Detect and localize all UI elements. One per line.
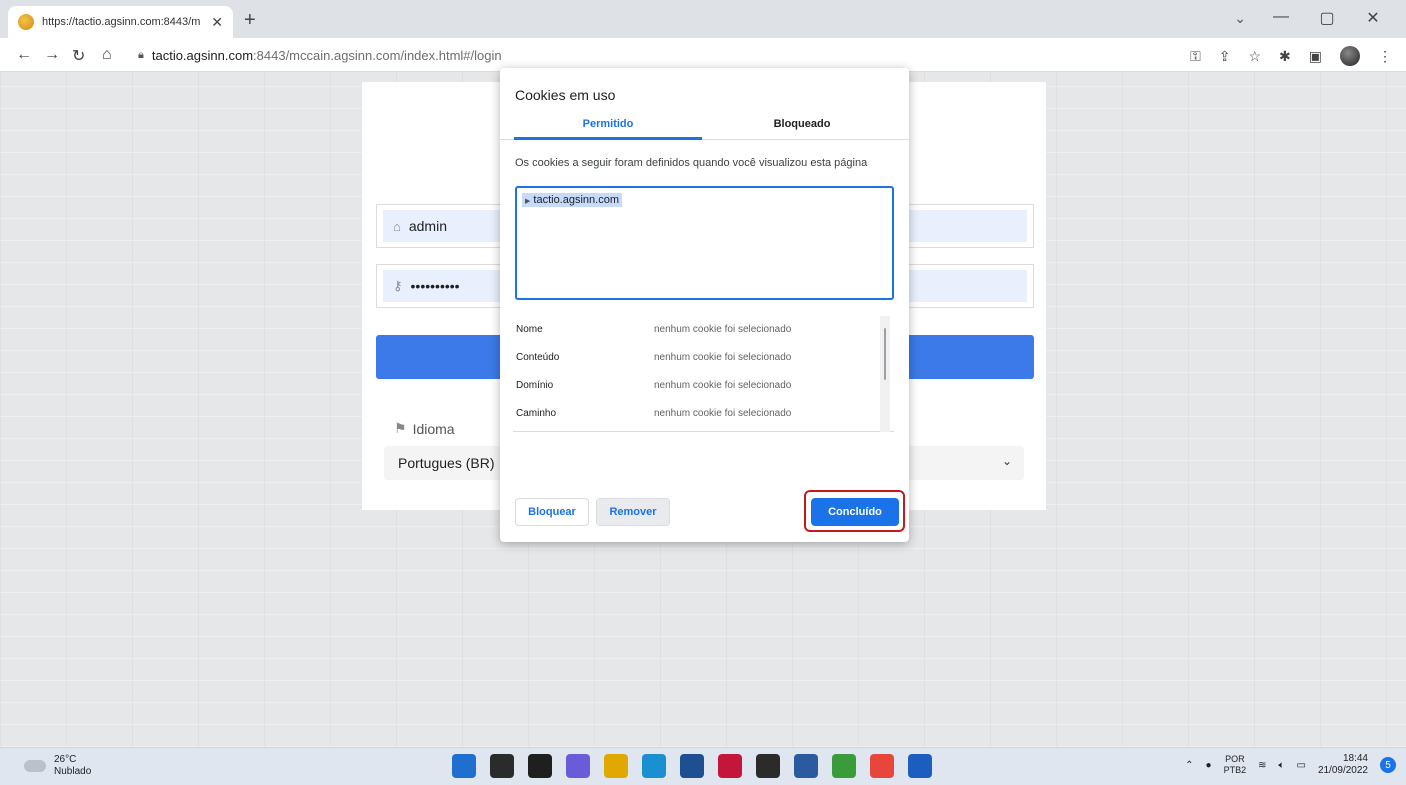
favicon-icon — [18, 14, 34, 30]
detail-row: Conteúdo nenhum cookie foi selecionado — [516, 352, 792, 363]
language-label: ⚑ Idioma — [394, 420, 455, 437]
block-button[interactable]: Bloquear — [515, 498, 589, 526]
username-value: admin — [408, 218, 447, 234]
weather-condition: Nublado — [54, 766, 92, 777]
key-icon: ⚷ — [393, 278, 403, 293]
expand-triangle-icon: ▶ — [525, 198, 531, 205]
tab-permitido[interactable]: Permitido — [514, 118, 702, 130]
detail-row: Caminho nenhum cookie foi selecionado — [516, 408, 792, 419]
window-controls: — ▢ ✕ — [1258, 8, 1396, 28]
close-window-button[interactable]: ✕ — [1350, 8, 1396, 28]
home-icon[interactable]: ⌂ — [102, 46, 112, 64]
taskbar-app-icon[interactable] — [870, 754, 894, 778]
temperature: 26°C — [54, 754, 77, 765]
remove-button[interactable]: Remover — [596, 498, 670, 526]
share-icon[interactable]: ⇪ — [1219, 48, 1231, 65]
weather-widget[interactable]: 26°C Nublado — [24, 754, 91, 778]
language-selected: Portugues (BR) — [398, 455, 495, 471]
done-button[interactable]: Concluído — [811, 498, 899, 526]
active-tab-indicator — [514, 137, 702, 140]
lock-icon[interactable]: 🔒︎ — [138, 49, 144, 62]
cookies-dialog: Cookies em uso Permitido Bloqueado Os co… — [500, 68, 909, 542]
cookies-description: Os cookies a seguir foram definidos quan… — [515, 157, 868, 169]
chevron-down-icon: ⌄ — [1001, 454, 1012, 468]
taskbar-apps — [452, 754, 932, 778]
tab-search-icon[interactable]: ⌄ — [1234, 10, 1246, 27]
tab-bloqueado[interactable]: Bloqueado — [708, 118, 896, 130]
back-icon[interactable]: ← — [16, 46, 32, 64]
taskbar-app-icon[interactable] — [528, 754, 552, 778]
menu-icon[interactable]: ⋮ — [1378, 48, 1392, 65]
taskbar: 26°C Nublado ⌃ ● POR PTB2 ≋ 🔈︎ ▭ 18:44 21/… — [0, 747, 1406, 785]
taskbar-app-icon[interactable] — [566, 754, 590, 778]
new-tab-button[interactable]: + — [244, 10, 256, 30]
minimize-button[interactable]: — — [1258, 8, 1304, 28]
battery-icon[interactable]: ▭ — [1296, 760, 1305, 771]
browser-tab[interactable]: https://tactio.agsinn.com:8443/m ✕ — [8, 6, 233, 38]
taskbar-app-icon[interactable] — [452, 754, 476, 778]
bookmark-star-icon[interactable]: ☆ — [1248, 48, 1261, 65]
notification-badge[interactable]: 5 — [1380, 757, 1396, 773]
taskbar-app-icon[interactable] — [604, 754, 628, 778]
details-scrollbar[interactable] — [880, 316, 890, 432]
browser-toolbar: ← → ↻ ⌂ 🔒︎ tactio.agsinn.com:8443/mccain… — [0, 38, 1406, 72]
taskbar-app-icon[interactable] — [718, 754, 742, 778]
taskbar-app-icon[interactable] — [908, 754, 932, 778]
input-language[interactable]: POR PTB2 — [1224, 754, 1247, 776]
tree-item[interactable]: ▶ tactio.agsinn.com — [522, 193, 622, 207]
system-tray: ⌃ ● POR PTB2 ≋ 🔈︎ ▭ 18:44 21/09/2022 5 — [1185, 753, 1396, 777]
chevron-up-icon[interactable]: ⌃ — [1185, 760, 1193, 771]
taskbar-app-icon[interactable] — [490, 754, 514, 778]
wifi-icon[interactable]: ≋ — [1258, 760, 1266, 771]
dialog-title: Cookies em uso — [515, 87, 616, 103]
forward-icon[interactable]: → — [44, 46, 60, 64]
cloud-icon — [24, 760, 46, 772]
extensions-icon[interactable]: ✱ — [1279, 48, 1291, 65]
password-key-icon[interactable]: ⚿ — [1190, 48, 1201, 65]
url-text: tactio.agsinn.com:8443/mccain.agsinn.com… — [151, 47, 502, 63]
taskbar-app-icon[interactable] — [642, 754, 666, 778]
cookie-details: Nome nenhum cookie foi selecionado Conteú… — [513, 314, 894, 432]
detail-row: Domínio nenhum cookie foi selecionado — [516, 380, 792, 391]
taskbar-app-icon[interactable] — [794, 754, 818, 778]
close-tab-icon[interactable]: ✕ — [211, 14, 223, 31]
home-icon: ⌂ — [393, 218, 401, 234]
maximize-button[interactable]: ▢ — [1304, 8, 1350, 28]
profile-avatar[interactable] — [1340, 46, 1360, 66]
tab-title: https://tactio.agsinn.com:8443/m — [42, 16, 201, 28]
tray-app-icon[interactable]: ● — [1206, 760, 1212, 771]
cookie-tree[interactable]: ▶ tactio.agsinn.com — [515, 186, 894, 300]
speaker-icon[interactable]: 🔈︎ — [1278, 760, 1284, 771]
toolbar-actions: ⚿ ⇪ ☆ ✱ ▣ ⋮ — [1190, 46, 1392, 66]
reload-icon[interactable]: ↻ — [72, 46, 85, 66]
side-panel-icon[interactable]: ▣ — [1309, 48, 1322, 65]
flag-icon: ⚑ — [394, 420, 407, 436]
detail-row: Nome nenhum cookie foi selecionado — [516, 324, 792, 335]
tab-strip: https://tactio.agsinn.com:8443/m ✕ + ⌄ —… — [0, 0, 1406, 38]
taskbar-app-icon[interactable] — [756, 754, 780, 778]
clock[interactable]: 18:44 21/09/2022 — [1318, 753, 1368, 777]
taskbar-app-icon[interactable] — [680, 754, 704, 778]
dialog-tabs: Permitido Bloqueado — [500, 114, 909, 140]
password-value: •••••••••• — [410, 278, 460, 294]
address-bar[interactable]: 🔒︎ tactio.agsinn.com:8443/mccain.agsinn.… — [138, 42, 1138, 68]
taskbar-app-icon[interactable] — [832, 754, 856, 778]
